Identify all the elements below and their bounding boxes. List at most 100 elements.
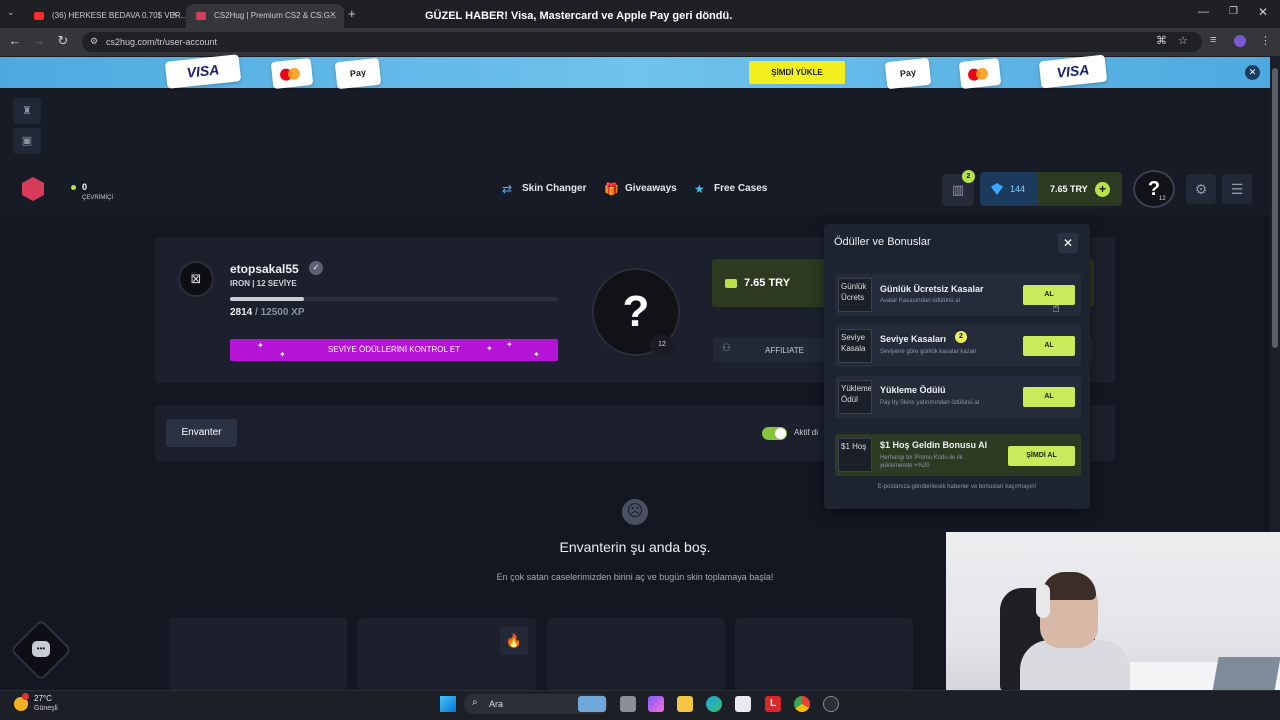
close-icon[interactable]: ×: [172, 9, 178, 21]
wallet-icon: [725, 279, 737, 288]
case-card[interactable]: [735, 618, 913, 690]
tab-inventory[interactable]: Envanter: [166, 419, 237, 447]
reward-subtitle: Seviyene göre günlük kasalar kazan: [880, 349, 977, 355]
gift-count-badge: 2: [962, 170, 975, 183]
settings-gear-icon[interactable]: ⚙: [1186, 174, 1216, 204]
reward-title: Günlük Ücretsiz Kasalar: [880, 284, 984, 294]
reload-icon[interactable]: ↻: [55, 33, 71, 49]
profile-avatar[interactable]: [1234, 35, 1246, 47]
level-cases-badge: 2: [955, 331, 967, 343]
nav-skin-changer[interactable]: Skin Changer: [522, 183, 586, 194]
reward-thumbnail: $1 Hoş: [838, 438, 872, 472]
add-funds-button[interactable]: +: [1095, 182, 1110, 197]
nav-giveaways[interactable]: Giveaways: [625, 183, 677, 194]
store-icon[interactable]: [735, 696, 751, 712]
case-card[interactable]: [547, 618, 725, 690]
xp-progress-fill: [230, 297, 304, 301]
minimize-icon[interactable]: —: [1198, 6, 1209, 18]
address-bar[interactable]: cs2hug.com/tr/user-account: [82, 32, 1202, 52]
username: etopsakal55: [230, 262, 299, 276]
case-card[interactable]: [169, 618, 347, 690]
reward-title: Seviye Kasaları: [880, 334, 947, 344]
steam-icon[interactable]: [823, 696, 839, 712]
fire-icon: 🔥: [500, 627, 528, 655]
mouse-cursor-icon: ☝: [1052, 300, 1060, 315]
new-tab-button[interactable]: +: [348, 6, 356, 21]
avatar-level: 12: [1159, 196, 1166, 202]
weather-condition: Güneşli: [34, 705, 58, 712]
claim-welcome-button[interactable]: ŞİMDİ AL: [1008, 446, 1075, 466]
chrome-icon[interactable]: [794, 696, 810, 712]
rewards-footer-note: E-postanıza gönderilecek haberler ve bon…: [877, 484, 1037, 490]
apple-pay-image: Pay: [334, 57, 382, 90]
reward-thumbnail: Seviye Kasala: [838, 329, 872, 363]
reward-subtitle: Herhangi bir Promo Kodu ile ilk yüklemen…: [880, 455, 963, 469]
sad-face-icon: ☹: [622, 499, 648, 525]
user-icon[interactable]: ♜: [13, 98, 41, 124]
swap-icon: ⇄: [502, 182, 513, 196]
profile-avatar[interactable]: ⊠: [178, 261, 214, 297]
search-highlight-image: [578, 696, 606, 712]
sparkle-icon: ✦: [257, 341, 264, 350]
toggle-knob: [775, 428, 786, 439]
url-text: cs2hug.com/tr/user-account: [106, 37, 218, 47]
scrollbar-thumb[interactable]: [1272, 68, 1278, 348]
windows-start-icon[interactable]: [440, 696, 456, 712]
file-explorer-icon[interactable]: [677, 696, 693, 712]
mastercard-image: [958, 57, 1002, 90]
close-icon[interactable]: ×: [330, 9, 336, 21]
verified-icon: ✓: [309, 261, 323, 275]
close-icon[interactable]: ✕: [1245, 65, 1260, 80]
reward-thumbnail: Yükleme Ödül: [838, 380, 872, 414]
search-icon: ⌕: [472, 697, 478, 708]
reward-title: $1 Hoş Geldin Bonusu Al: [880, 440, 988, 450]
star-icon: ★: [694, 182, 705, 196]
webcam-headset: [1036, 584, 1050, 618]
tab-cs2hug[interactable]: CS2Hug | Premium CS2 & CS:G... ×: [186, 4, 344, 28]
bookmark-star-icon[interactable]: ☆: [1178, 34, 1188, 47]
inventory-icon[interactable]: ▣: [13, 128, 41, 154]
claim-daily-button[interactable]: AL: [1023, 285, 1075, 305]
tab-search-icon[interactable]: ≡: [1210, 34, 1216, 46]
sparkle-icon: ✦: [279, 350, 286, 359]
tab-title: (36) HERKESE BEDAVA 0.70$ VER...: [52, 11, 186, 20]
close-icon[interactable]: ✕: [1058, 233, 1078, 253]
balance-value: 7.65 TRY: [1050, 184, 1088, 194]
back-icon[interactable]: ←: [7, 33, 23, 48]
online-count: 0: [82, 182, 88, 192]
users-icon: ⚇: [722, 343, 731, 354]
sparkle-icon: ✦: [506, 340, 513, 349]
tab-youtube[interactable]: (36) HERKESE BEDAVA 0.70$ VER... ×: [24, 4, 186, 28]
claim-deposit-button[interactable]: AL: [1023, 387, 1075, 407]
more-icon[interactable]: ⋮: [1260, 34, 1271, 47]
affiliate-label: AFFILIATE: [765, 346, 804, 355]
notification-badge: [22, 693, 29, 700]
task-view-icon[interactable]: [620, 696, 636, 712]
xp-max: / 12500 XP: [252, 307, 305, 318]
rewards-panel-title: Ödüller ve Bonuslar: [834, 236, 931, 248]
sparkle-icon: ✦: [486, 344, 493, 353]
weather-temperature[interactable]: 27°C: [34, 694, 52, 703]
reward-thumbnail: Günlük Ücrets: [838, 278, 872, 312]
gems-balance[interactable]: 144: [980, 172, 1038, 206]
gift-icon: 🎁: [604, 182, 619, 196]
sparkle-icon: ✦: [533, 350, 540, 359]
user-avatar[interactable]: ?: [1133, 170, 1175, 208]
l-app-icon[interactable]: L: [765, 696, 781, 712]
translate-icon[interactable]: ⌘: [1156, 34, 1167, 47]
reward-title: Yükleme Ödülü: [880, 385, 946, 395]
hamburger-menu-icon[interactable]: ☰: [1222, 174, 1252, 204]
claim-level-button[interactable]: AL: [1023, 336, 1075, 356]
restore-icon[interactable]: ❐: [1229, 6, 1238, 17]
chat-bubble-icon: •••: [32, 641, 50, 657]
site-info-icon[interactable]: ⚙: [90, 36, 98, 47]
load-now-button[interactable]: ŞİMDİ YÜKLE: [749, 61, 845, 84]
big-avatar-level: 12: [650, 335, 674, 355]
window-close-icon[interactable]: ✕: [1258, 5, 1268, 19]
copilot-icon[interactable]: [648, 696, 664, 712]
tab-list-chevron-icon[interactable]: ⌄: [7, 7, 15, 18]
edge-icon[interactable]: [706, 696, 722, 712]
nav-free-cases[interactable]: Free Cases: [714, 183, 767, 194]
cs2hug-logo[interactable]: [22, 177, 44, 201]
forward-icon[interactable]: →: [31, 33, 47, 48]
